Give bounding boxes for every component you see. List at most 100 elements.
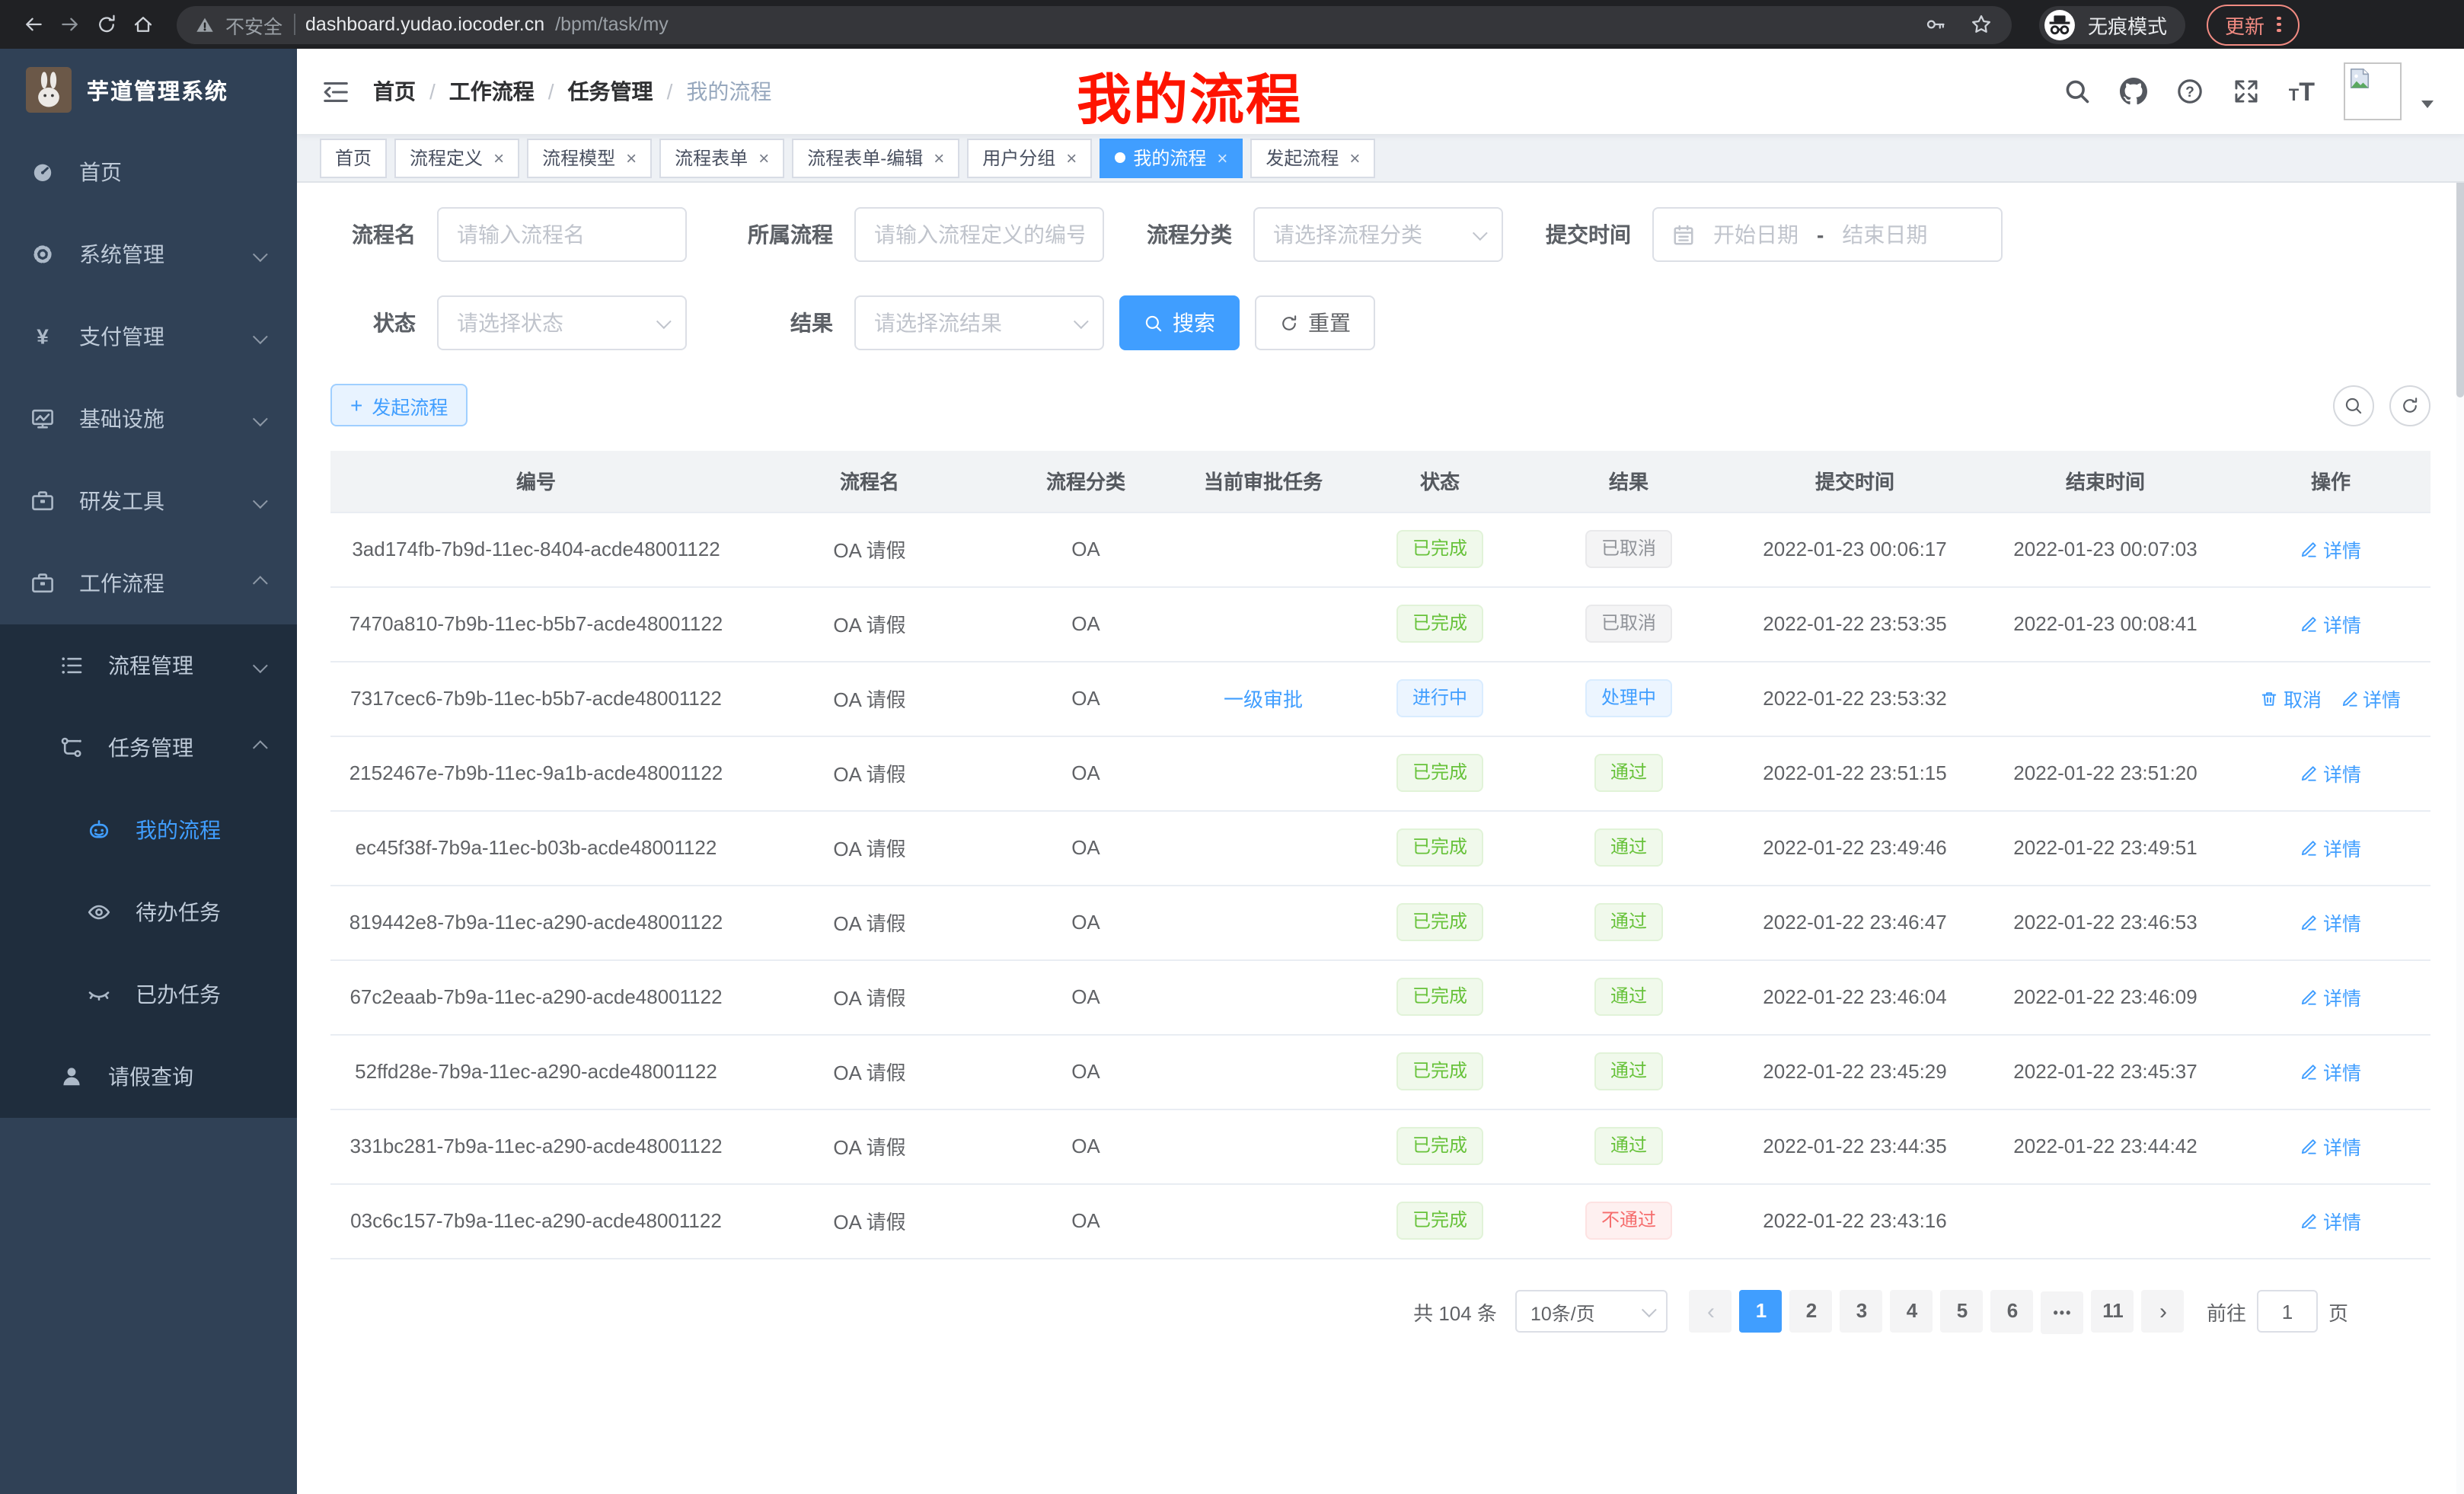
url-path: /bpm/task/my [555, 14, 669, 35]
sidebar-item-payment[interactable]: ¥支付管理 [0, 295, 297, 378]
address-bar[interactable]: 不安全 dashboard.yudao.iocoder.cn /bpm/task… [177, 5, 2012, 43]
breadcrumb-item[interactable]: 首页 [373, 76, 416, 107]
browser-menu-icon[interactable] [2277, 14, 2280, 35]
detail-action[interactable]: 详情 [2300, 1057, 2361, 1086]
tab-close-icon[interactable]: × [758, 147, 769, 168]
reload-icon[interactable] [91, 9, 122, 40]
sidebar-item-leave-query[interactable]: 请假查询 [0, 1036, 297, 1118]
page-button[interactable]: 11 [2092, 1289, 2134, 1332]
tab-home[interactable]: 首页 [320, 138, 387, 177]
github-icon[interactable] [2120, 78, 2147, 105]
tab-close-icon[interactable]: × [1217, 147, 1227, 168]
detail-action[interactable]: 详情 [2300, 1132, 2361, 1160]
page-button[interactable]: 1 [1740, 1289, 1783, 1332]
sidebar-item-process-mgmt[interactable]: 流程管理 [0, 624, 297, 707]
goto-page-input[interactable] [2257, 1291, 2318, 1333]
detail-action[interactable]: 详情 [2300, 609, 2361, 638]
reset-button[interactable]: 重置 [1255, 295, 1375, 350]
date-start-placeholder[interactable]: 开始日期 [1713, 219, 1799, 250]
help-icon[interactable]: ? [2176, 78, 2204, 105]
toggle-search-button[interactable] [2333, 385, 2374, 426]
sidebar-item-my-process[interactable]: 我的流程 [0, 789, 297, 871]
security-label[interactable]: 不安全 [225, 10, 282, 39]
filter-status-label: 状态 [330, 308, 416, 338]
detail-action[interactable]: 详情 [2300, 535, 2361, 563]
sidebar-item-done-task[interactable]: 已办任务 [0, 953, 297, 1036]
home-icon[interactable] [128, 9, 158, 40]
tab-close-icon[interactable]: × [1066, 147, 1077, 168]
process-def-input[interactable] [854, 207, 1104, 262]
hamburger-icon[interactable] [321, 77, 350, 106]
status-select[interactable]: 请选择状态 [437, 295, 687, 350]
sidebar-item-home[interactable]: 首页 [0, 131, 297, 213]
avatar-dropdown-caret[interactable] [2421, 100, 2434, 107]
page-button[interactable]: 6 [1991, 1289, 2034, 1332]
current-task-link[interactable]: 一级审批 [1224, 688, 1303, 711]
tab-close-icon[interactable]: × [934, 147, 944, 168]
date-end-placeholder[interactable]: 结束日期 [1842, 219, 1927, 250]
user-icon [59, 1065, 84, 1089]
process-name-input[interactable] [437, 207, 687, 262]
page-button[interactable]: 3 [1840, 1289, 1883, 1332]
key-icon[interactable] [1923, 12, 1948, 37]
tab-user-group[interactable]: 用户分组× [967, 138, 1092, 177]
result-select[interactable]: 请选择流结果 [854, 295, 1104, 350]
detail-action[interactable]: 详情 [2300, 758, 2361, 787]
sidebar-menu: 首页系统管理¥支付管理基础设施研发工具工作流程流程管理任务管理我的流程待办任务已… [0, 131, 297, 1118]
date-range-picker[interactable]: 开始日期 - 结束日期 [1652, 207, 2003, 262]
font-size-icon[interactable]: TT [2289, 78, 2315, 104]
sidebar-item-task-mgmt[interactable]: 任务管理 [0, 707, 297, 789]
scrollbar[interactable] [2456, 49, 2464, 1494]
security-warning-icon[interactable] [195, 14, 215, 34]
avatar[interactable] [2344, 62, 2402, 120]
detail-action[interactable]: 详情 [2340, 684, 2401, 713]
tab-process-def[interactable]: 流程定义× [394, 138, 519, 177]
forward-icon[interactable] [55, 9, 85, 40]
trash-icon [2261, 689, 2279, 707]
tab-process-model[interactable]: 流程模型× [527, 138, 652, 177]
bookmark-star-icon[interactable] [1969, 12, 1993, 37]
tab-start-process[interactable]: 发起流程× [1250, 138, 1375, 177]
tab-close-icon[interactable]: × [1349, 147, 1360, 168]
update-button[interactable]: 更新 [2207, 4, 2299, 45]
sidebar-item-devtool[interactable]: 研发工具 [0, 460, 297, 542]
page-button[interactable]: 5 [1941, 1289, 1984, 1332]
detail-action[interactable]: 详情 [2300, 1206, 2361, 1235]
page-button[interactable]: 4 [1891, 1289, 1933, 1332]
create-process-button[interactable]: +发起流程 [330, 384, 468, 426]
page-button[interactable]: 2 [1790, 1289, 1833, 1332]
search-icon[interactable] [2063, 78, 2091, 105]
prev-page-button[interactable]: ‹ [1690, 1291, 1732, 1333]
sidebar-item-todo-task[interactable]: 待办任务 [0, 871, 297, 953]
detail-action[interactable]: 详情 [2300, 833, 2361, 862]
tab-my-process[interactable]: 我的流程× [1100, 138, 1243, 177]
breadcrumb-item[interactable]: 任务管理 [568, 76, 653, 107]
logo-row[interactable]: 芋道管理系统 [0, 49, 297, 131]
detail-action[interactable]: 详情 [2300, 908, 2361, 937]
back-icon[interactable] [18, 9, 49, 40]
category-select[interactable]: 请选择流程分类 [1253, 207, 1503, 262]
tab-process-form-edit[interactable]: 流程表单-编辑× [792, 138, 959, 177]
table-row: ec45f38f-7b9a-11ec-b03b-acde48001122OA 请… [330, 810, 2430, 885]
fullscreen-icon[interactable] [2233, 78, 2260, 105]
page-size-select[interactable]: 10条/页 [1515, 1291, 1668, 1333]
search-button[interactable]: 搜索 [1119, 295, 1240, 350]
result-badge: 不通过 [1586, 1202, 1671, 1240]
tab-process-form[interactable]: 流程表单× [659, 138, 784, 177]
refresh-button[interactable] [2389, 385, 2430, 426]
sidebar-item-workflow[interactable]: 工作流程 [0, 542, 297, 624]
page-more-button[interactable]: ••• [2041, 1291, 2084, 1334]
svg-text:¥: ¥ [37, 325, 49, 349]
result-badge: 通过 [1595, 828, 1662, 867]
cancel-action[interactable]: 取消 [2261, 684, 2322, 713]
next-page-button[interactable]: › [2142, 1291, 2185, 1333]
breadcrumb-item[interactable]: 工作流程 [449, 76, 535, 107]
sidebar-item-infra[interactable]: 基础设施 [0, 378, 297, 460]
cell-process-name: OA 请假 [742, 959, 997, 1034]
cell-current-task [1174, 736, 1352, 810]
detail-action[interactable]: 详情 [2300, 982, 2361, 1011]
tab-close-icon[interactable]: × [626, 147, 637, 168]
tab-close-icon[interactable]: × [493, 147, 504, 168]
filter-time-label: 提交时间 [1540, 219, 1631, 250]
sidebar-item-system[interactable]: 系统管理 [0, 213, 297, 295]
